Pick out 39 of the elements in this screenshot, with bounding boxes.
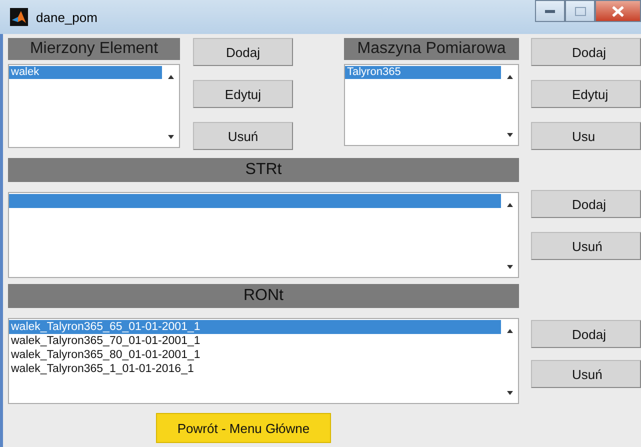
list-item[interactable]: Talyron365 (345, 66, 501, 79)
action-button[interactable]: Edytuj (193, 80, 293, 108)
maximize-button[interactable] (565, 0, 595, 22)
close-icon (612, 6, 624, 16)
list-item[interactable]: walek_Talyron365_80_01-01-2001_1 (9, 348, 501, 362)
scroll-down-icon[interactable] (506, 133, 512, 137)
section-heading: RONt (8, 284, 519, 308)
scroll-down-icon[interactable] (168, 135, 174, 139)
action-button[interactable]: Dodaj (531, 190, 641, 218)
scroll-up-icon[interactable] (506, 329, 512, 333)
action-button[interactable]: Usuń (531, 360, 641, 388)
action-button[interactable]: Usu (531, 122, 641, 150)
scroll-down-icon[interactable] (506, 391, 512, 395)
scroll-down-icon[interactable] (506, 265, 512, 269)
list-item[interactable]: walek_Talyron365_1_01-01-2016_1 (9, 362, 501, 376)
app-icon (10, 8, 28, 26)
action-button[interactable]: Dodaj (531, 38, 641, 66)
list-item[interactable]: walek_Talyron365_65_01-01-2001_1 (9, 320, 501, 334)
list-item[interactable]: walek (9, 66, 162, 79)
minimize-button[interactable] (535, 0, 565, 22)
list-item[interactable]: walek_Talyron365_70_01-01-2001_1 (9, 334, 501, 348)
action-button[interactable]: Dodaj (531, 320, 641, 348)
action-button[interactable]: Usuń (193, 122, 293, 150)
section-heading: STRt (8, 158, 519, 182)
scroll-up-icon[interactable] (506, 203, 512, 207)
section-heading: Mierzony Element (8, 38, 180, 60)
list-box[interactable]: Talyron365 (344, 64, 519, 146)
scroll-up-icon[interactable] (506, 75, 512, 79)
window-title: dane_pom (36, 10, 98, 24)
list-box[interactable]: walek_Talyron365_65_01-01-2001_1 walek_Talyron365_70_01-01-2001_1 walek_Talyron365_80_01-01-2001_1 walek_Talyron365_1_01-01-2016_1 (8, 318, 519, 404)
action-button[interactable]: Edytuj (531, 80, 641, 108)
scroll-up-icon[interactable] (168, 75, 174, 79)
list-box[interactable] (8, 192, 519, 278)
close-button[interactable] (595, 0, 641, 22)
section-heading: Maszyna Pomiarowa (344, 38, 519, 60)
action-button[interactable]: Dodaj (193, 38, 293, 66)
list-box[interactable]: walek (8, 64, 180, 148)
action-button[interactable]: Usuń (531, 232, 641, 260)
back-to-menu-button[interactable]: Powrót - Menu Główne (156, 413, 331, 443)
